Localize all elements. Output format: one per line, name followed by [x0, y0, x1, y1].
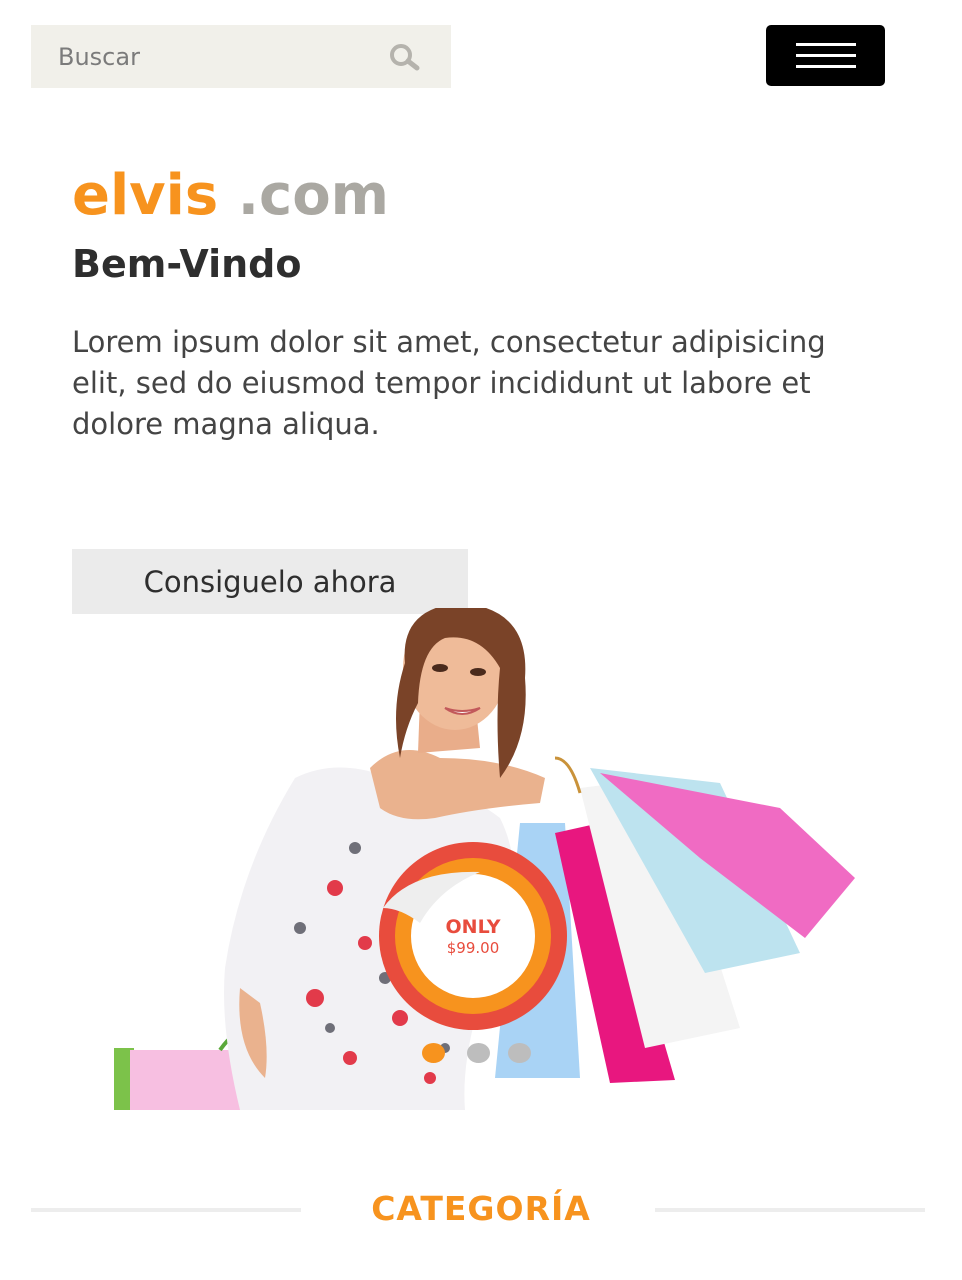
search-icon[interactable]	[387, 42, 421, 72]
categories-title: CATEGORÍA	[371, 1189, 591, 1228]
badge-line2: $99.00	[447, 939, 500, 957]
hero-image: ONLY $99.00	[114, 608, 855, 1110]
hamburger-menu-icon	[796, 65, 856, 68]
slider-dot-3[interactable]	[508, 1043, 531, 1063]
categories-section-header: CATEGORÍA	[0, 1184, 962, 1234]
hamburger-menu-icon	[796, 54, 856, 57]
hamburger-menu-icon	[796, 43, 856, 46]
get-it-now-button[interactable]: Consiguelo ahora	[72, 549, 468, 614]
brand-logo[interactable]: elvis .com	[72, 158, 389, 234]
hero-description: Lorem ipsum dolor sit amet, consectetur …	[72, 325, 826, 441]
menu-button[interactable]	[766, 25, 885, 86]
brand-name-primary: elvis	[72, 163, 219, 228]
search-box	[31, 25, 451, 88]
search-input[interactable]	[31, 25, 371, 88]
brand-name-secondary: .com	[237, 163, 390, 228]
slider-dot-2[interactable]	[467, 1043, 490, 1063]
slider-dot-1[interactable]	[422, 1043, 445, 1063]
hero-heading: Bem-Vindo	[72, 242, 302, 286]
badge-line1: ONLY	[446, 916, 501, 938]
